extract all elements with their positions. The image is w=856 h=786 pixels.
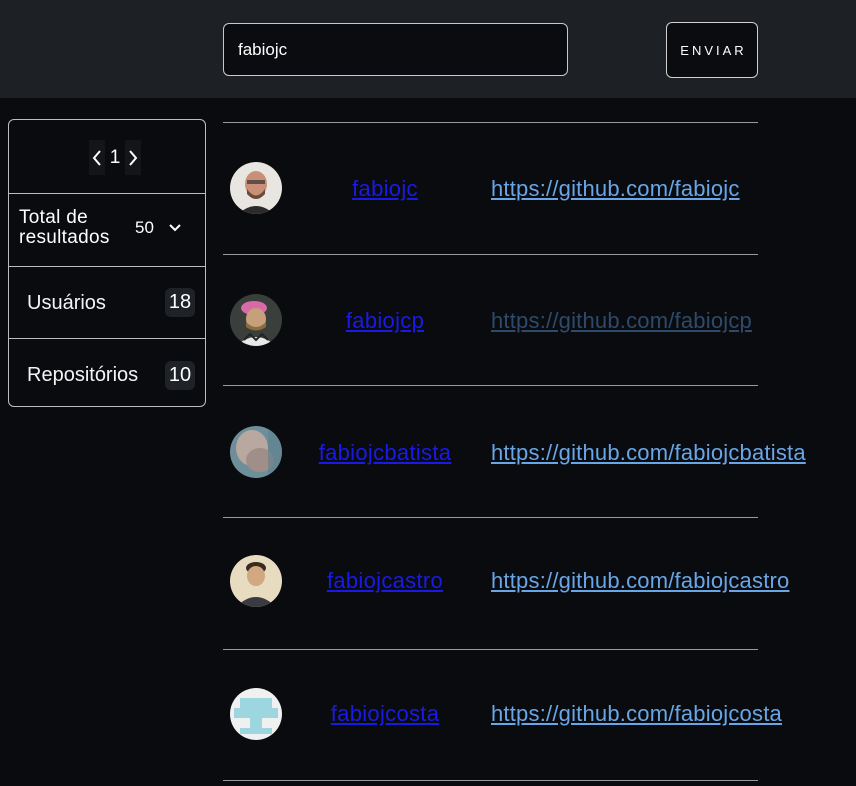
pager: 1: [89, 140, 141, 175]
avatar: [230, 555, 282, 607]
count-badge: 18: [165, 288, 195, 317]
profile-url-link[interactable]: https://github.com/fabiojc: [491, 176, 740, 202]
username-link[interactable]: fabiojc: [295, 176, 475, 202]
username-link[interactable]: fabiojcp: [295, 308, 475, 334]
total-results-value: 50: [135, 218, 154, 237]
send-button[interactable]: ENVIAR: [666, 22, 758, 78]
list-item: fabiojcbatista https://github.com/fabioj…: [223, 386, 856, 517]
avatar: [230, 688, 282, 740]
filter-panel: 1 Total de resultados 50 Usuários 18 Rep…: [8, 119, 206, 407]
next-page-button[interactable]: [125, 140, 141, 175]
list-item: fabiojcp https://github.com/fabiojcp: [223, 255, 856, 386]
chevron-down-icon: [169, 224, 181, 232]
sidebar-item-users[interactable]: Usuários 18: [9, 267, 205, 339]
previous-page-button[interactable]: [89, 140, 105, 175]
avatar: [230, 426, 282, 478]
pagination: 1: [9, 120, 205, 194]
username-link[interactable]: fabiojcosta: [295, 701, 475, 727]
chevron-left-icon: [92, 149, 101, 166]
profile-url-link[interactable]: https://github.com/fabiojcp: [491, 308, 752, 334]
total-results-select[interactable]: 50: [135, 218, 182, 238]
top-bar: ENVIAR: [0, 0, 856, 98]
count-badge: 10: [165, 361, 195, 390]
chevron-right-icon: [129, 149, 138, 166]
profile-url-link[interactable]: https://github.com/fabiojcastro: [491, 568, 789, 594]
username-link[interactable]: fabiojcbatista: [295, 440, 475, 466]
sidebar-item-label: Repositórios: [27, 364, 139, 386]
search-input[interactable]: [223, 23, 568, 76]
list-item: fabiojc https://github.com/fabiojc: [223, 123, 856, 254]
divider: [223, 780, 758, 781]
total-results-row: Total de resultados 50: [9, 194, 205, 267]
profile-url-link[interactable]: https://github.com/fabiojcbatista: [491, 440, 806, 466]
avatar: [230, 162, 282, 214]
avatar: [230, 294, 282, 346]
list-item: fabiojcastro https://github.com/fabiojca…: [223, 518, 856, 649]
sidebar-item-label: Usuários: [27, 292, 106, 314]
list-item: fabiojcosta https://github.com/fabiojcos…: [223, 650, 856, 781]
current-page-number: 1: [109, 146, 121, 168]
username-link[interactable]: fabiojcastro: [295, 568, 475, 594]
profile-url-link[interactable]: https://github.com/fabiojcosta: [491, 701, 782, 727]
sidebar-item-repositories[interactable]: Repositórios 10: [9, 339, 205, 406]
total-results-label: Total de resultados: [19, 207, 110, 248]
